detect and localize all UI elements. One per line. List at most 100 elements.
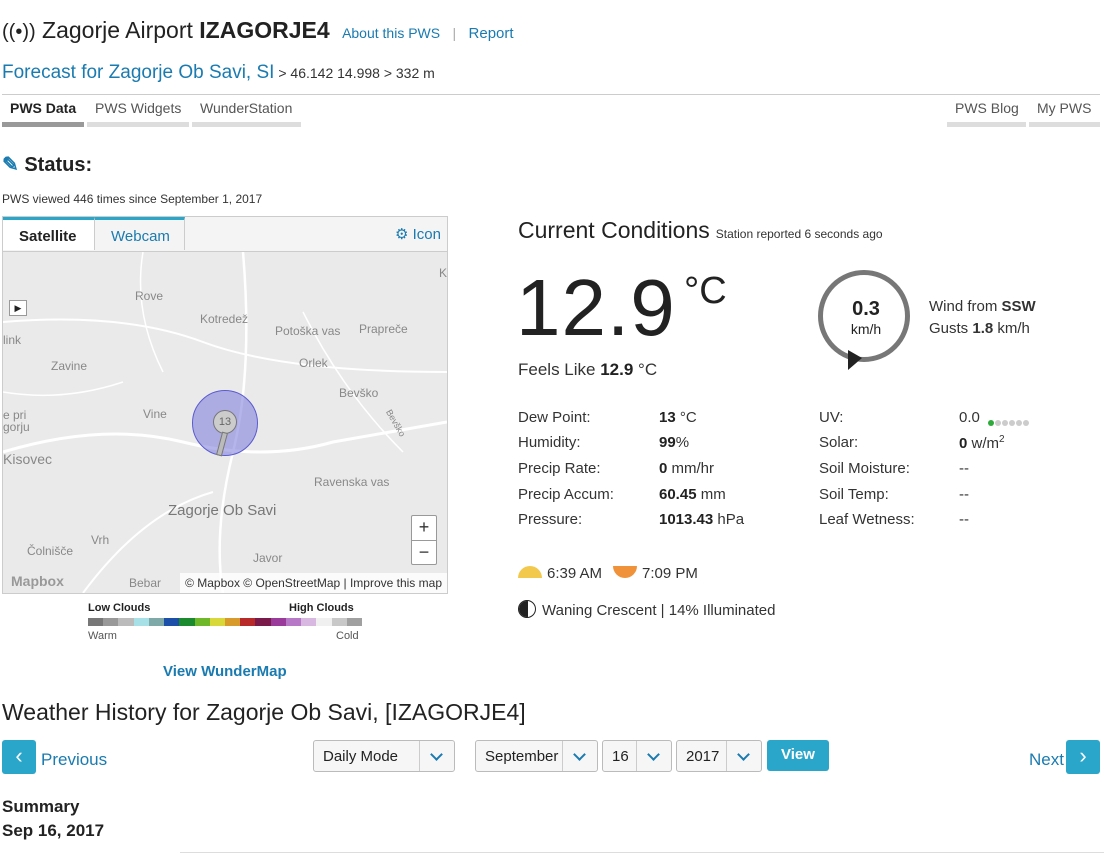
next-button[interactable]: › <box>1066 740 1100 774</box>
cloud-scale-swatch <box>148 618 165 626</box>
gusts-value: 1.8 <box>972 320 994 337</box>
temperature-unit: °C <box>684 270 727 312</box>
map-label: Prapreče <box>359 322 408 336</box>
map-label: Bebar <box>129 576 162 590</box>
humidity-value: 99% <box>659 434 690 451</box>
previous-link[interactable]: Previous <box>41 750 107 770</box>
moon-phase-icon <box>518 600 536 618</box>
summary-date: Sep 16, 2017 <box>2 821 105 840</box>
icon-toggle[interactable]: ⚙ Icon <box>395 225 441 243</box>
cloud-scale-swatch <box>133 618 149 626</box>
report-link[interactable]: Report <box>469 25 514 42</box>
tab-my-pws[interactable]: My PWS <box>1029 100 1100 127</box>
divider <box>2 94 1100 95</box>
chevron-down-icon <box>562 741 597 771</box>
forecast-line: Forecast for Zagorje Ob Savi, SI > 46.14… <box>2 62 435 84</box>
map-label: Vine <box>143 407 167 421</box>
broadcast-icon: ((•)) <box>2 21 36 43</box>
map-canvas[interactable]: ▶ Rove Kotredež Potoška vas Prapreče Kl … <box>3 252 447 593</box>
station-header: ((•)) Zagorje Airport IZAGORJE4 About th… <box>2 17 514 44</box>
cloud-scale-swatch <box>118 618 134 626</box>
zoom-control: + − <box>411 515 437 565</box>
cloud-scale-swatch <box>224 618 241 626</box>
sunrise-icon <box>518 566 542 578</box>
feels-like: Feels Like 12.9 °C <box>518 360 657 380</box>
feels-like-value: 12.9 <box>600 360 634 379</box>
zoom-in-button[interactable]: + <box>412 516 436 541</box>
divider: | <box>452 25 457 41</box>
station-coordinates: > 46.142 14.998 > 332 m <box>274 65 435 81</box>
leaf-wetness-label: Leaf Wetness: <box>819 511 915 528</box>
cloud-scale-swatch <box>285 618 302 626</box>
sunset-icon <box>613 566 637 578</box>
chevron-down-icon <box>419 741 454 771</box>
map-label: Bevško <box>339 386 379 400</box>
tab-pws-data[interactable]: PWS Data <box>2 100 84 127</box>
wind-from-label: Wind from <box>929 298 1002 315</box>
zoom-out-button[interactable]: − <box>412 541 436 565</box>
chevron-down-icon <box>726 741 761 771</box>
map-label: Orlek <box>299 356 328 370</box>
day-select[interactable]: 16 <box>602 740 672 772</box>
soil-moisture-value: -- <box>959 460 969 477</box>
view-wundermap-link[interactable]: View WunderMap <box>163 663 287 680</box>
map-label: Vrh <box>91 533 110 547</box>
map-panel: Satellite Webcam ⚙ Icon ▶ Rove Kotredež … <box>2 216 448 594</box>
station-name: Zagorje Airport <box>42 17 193 43</box>
humidity-label: Humidity: <box>518 434 581 451</box>
pressure-label: Pressure: <box>518 511 583 528</box>
feels-like-label: Feels Like <box>518 360 601 379</box>
map-tabbar: Satellite Webcam ⚙ Icon <box>3 217 447 252</box>
map-label: Kotredež <box>200 312 249 326</box>
pressure-value: 1013.43 hPa <box>659 511 745 528</box>
map-label: Ravenska vas <box>314 475 390 489</box>
solar-label: Solar: <box>819 434 859 451</box>
cloud-scale-swatch <box>164 618 180 626</box>
month-select[interactable]: September <box>475 740 598 772</box>
precip-rate-value: 0 mm/hr <box>659 460 715 477</box>
view-button[interactable]: View <box>767 740 829 771</box>
mapbox-logo[interactable]: Mapbox <box>11 573 64 589</box>
cloud-scale-swatch <box>331 618 347 626</box>
map-label: Zavine <box>51 359 88 373</box>
map-label: Javor <box>253 551 283 565</box>
map-label: Rove <box>135 289 164 303</box>
current-temperature: 12.9 <box>516 263 676 352</box>
year-select[interactable]: 2017 <box>676 740 762 772</box>
forecast-link[interactable]: Forecast for Zagorje Ob Savi, SI <box>2 62 274 83</box>
map-label: gorju <box>3 420 30 434</box>
tab-webcam[interactable]: Webcam <box>95 217 185 250</box>
status-heading: ✎ Status: <box>2 152 92 177</box>
tab-wunderstation[interactable]: WunderStation <box>192 100 301 127</box>
wind-speed: 0.3 <box>852 298 880 320</box>
about-pws-link[interactable]: About this PWS <box>342 25 440 41</box>
feels-like-unit: °C <box>633 360 658 379</box>
legend-high-clouds: High Clouds <box>289 602 354 614</box>
cloud-scale-swatch <box>103 618 119 626</box>
summary-title: Summary <box>2 797 80 816</box>
report-time: Station reported 6 seconds ago <box>715 227 883 241</box>
chevron-down-icon <box>636 741 671 771</box>
map-attribution[interactable]: © Mapbox © OpenStreetMap | Improve this … <box>180 573 447 593</box>
previous-button[interactable]: ‹ <box>2 740 36 774</box>
leaf-wetness-value: -- <box>959 511 969 528</box>
mode-select[interactable]: Daily Mode <box>313 740 455 772</box>
dew-point-value: 13 °C <box>659 409 697 426</box>
mode-select-value: Daily Mode <box>323 748 399 765</box>
cloud-scale-swatch <box>270 618 286 626</box>
day-select-value: 16 <box>612 748 629 765</box>
gusts: Gusts 1.8 km/h <box>929 318 1036 340</box>
next-link[interactable]: Next <box>1029 750 1064 770</box>
cloud-scale-swatch <box>209 618 225 626</box>
tab-pws-widgets[interactable]: PWS Widgets <box>87 100 189 127</box>
play-icon[interactable]: ▶ <box>9 300 27 316</box>
solar-value: 0 w/m2 <box>959 434 1005 452</box>
map-label: Zagorje Ob Savi <box>168 502 277 519</box>
tab-pws-blog[interactable]: PWS Blog <box>947 100 1026 127</box>
sunset-time: 7:09 PM <box>642 565 698 582</box>
soil-moisture-label: Soil Moisture: <box>819 460 910 477</box>
tab-satellite[interactable]: Satellite <box>3 217 95 250</box>
history-title: Weather History for Zagorje Ob Savi, [IZ… <box>2 699 526 725</box>
conditions-heading: Current Conditions Station reported 6 sec… <box>518 217 883 244</box>
cloud-scale-swatch <box>88 618 104 626</box>
